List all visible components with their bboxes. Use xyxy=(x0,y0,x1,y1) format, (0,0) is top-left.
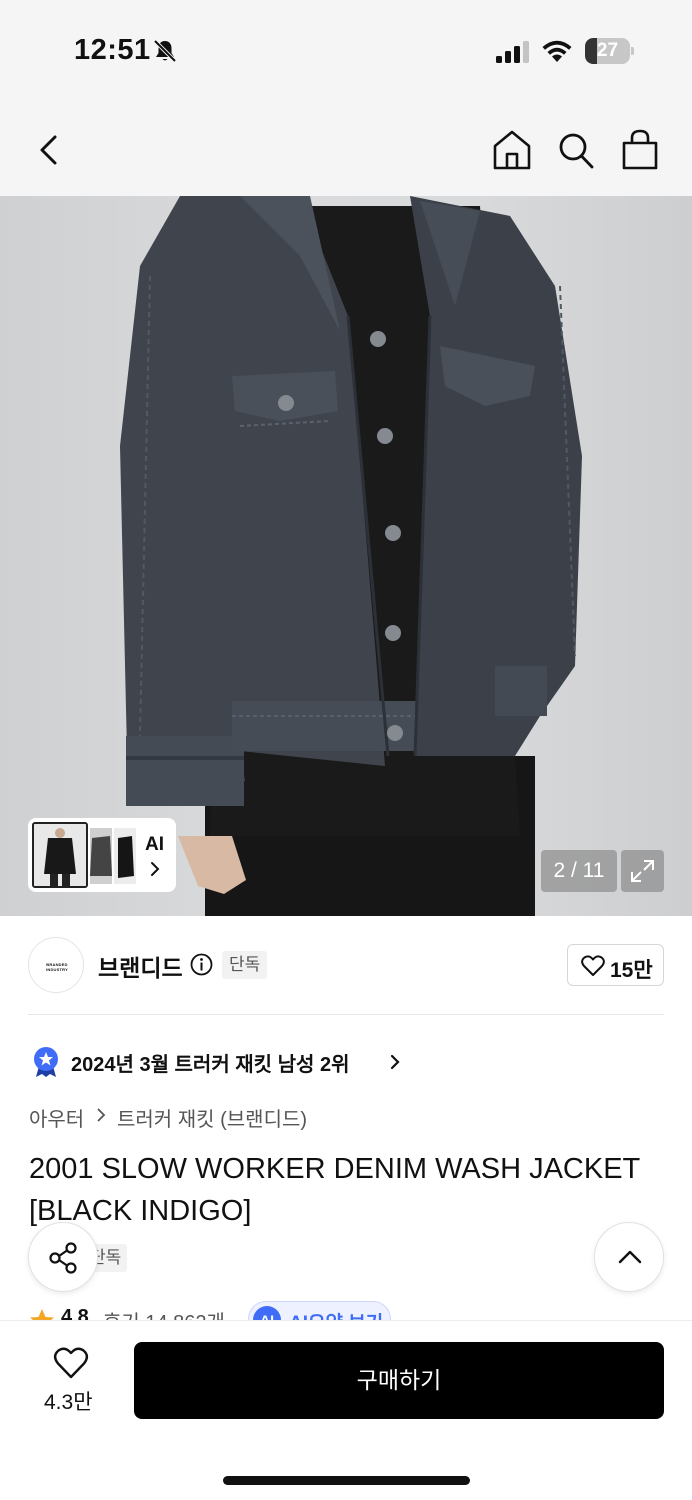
chevron-right-icon xyxy=(97,1108,106,1122)
share-icon xyxy=(49,1242,77,1274)
brand-logo-text: BRANDED INDUSTRY xyxy=(46,962,68,972)
chevron-right-icon[interactable] xyxy=(389,1053,401,1071)
brand-like-button[interactable]: 15만 xyxy=(567,944,664,986)
product-image[interactable] xyxy=(0,196,692,916)
ranking-badge-icon xyxy=(34,1047,58,1077)
status-time: 12:51 xyxy=(74,34,151,66)
home-icon[interactable] xyxy=(490,127,534,173)
thumbnail-1-image xyxy=(34,824,86,886)
thumbnail-3-image xyxy=(114,828,136,884)
home-indicator xyxy=(223,1476,470,1485)
cellular-signal-icon xyxy=(496,41,529,63)
rating-row: 4.8 후기 14,862개 AI AI요약 보기 xyxy=(0,1298,692,1320)
bell-off-icon xyxy=(153,39,177,63)
search-icon[interactable] xyxy=(554,127,598,173)
battery-level: 27 xyxy=(596,40,619,61)
battery-icon: 27 xyxy=(585,38,635,64)
thumbnail-3[interactable] xyxy=(114,828,136,884)
heart-icon xyxy=(581,955,605,976)
thumbnail-2[interactable] xyxy=(90,828,112,884)
brand-logo[interactable]: BRANDED INDUSTRY xyxy=(28,937,84,993)
scroll-to-top-button[interactable] xyxy=(594,1222,664,1292)
review-count[interactable]: 후기 14,862개 xyxy=(103,1306,225,1320)
wifi-icon xyxy=(542,40,572,62)
info-icon[interactable] xyxy=(190,953,213,976)
breadcrumb-subcategory[interactable]: 트러커 재킷 (브랜디드) xyxy=(117,1103,307,1132)
ranking-text[interactable]: 2024년 3월 트러커 재킷 남성 2위 xyxy=(71,1048,350,1077)
denim-jacket-photo xyxy=(120,196,582,916)
chevron-right-icon xyxy=(151,862,160,876)
divider xyxy=(28,1014,664,1015)
rating-score: 4.8 xyxy=(61,1306,89,1320)
brand-name[interactable]: 브랜디드 xyxy=(98,949,183,983)
breadcrumb-category[interactable]: 아우터 xyxy=(29,1103,84,1132)
chevron-up-icon xyxy=(618,1250,642,1264)
share-button[interactable] xyxy=(28,1222,98,1292)
ai-badge: AI xyxy=(253,1306,281,1320)
ai-summary-label: AI요약 보기 xyxy=(289,1308,383,1320)
buy-button[interactable]: 구매하기 xyxy=(134,1342,664,1419)
expand-icon xyxy=(631,860,654,882)
product-title: 2001 SLOW WORKER DENIM WASH JACKET [BLAC… xyxy=(29,1153,640,1227)
thumbnail-1[interactable] xyxy=(32,822,88,888)
back-arrow-icon[interactable] xyxy=(30,128,70,172)
thumbnail-ai-label: AI xyxy=(145,834,164,855)
image-counter: 2 / 11 xyxy=(541,850,617,892)
wishlist-count: 4.3만 xyxy=(44,1391,93,1414)
wishlist-heart-icon[interactable] xyxy=(53,1346,89,1380)
shopping-bag-icon[interactable] xyxy=(618,127,662,173)
brand-like-count: 15만 xyxy=(610,959,653,982)
star-icon xyxy=(30,1309,54,1320)
thumbnail-strip[interactable]: AI xyxy=(28,818,176,892)
ai-summary-button[interactable]: AI AI요약 보기 xyxy=(248,1301,391,1320)
thumbnail-2-image xyxy=(90,828,112,884)
expand-button[interactable] xyxy=(621,850,664,892)
exclusive-badge: 단독 xyxy=(222,951,268,979)
